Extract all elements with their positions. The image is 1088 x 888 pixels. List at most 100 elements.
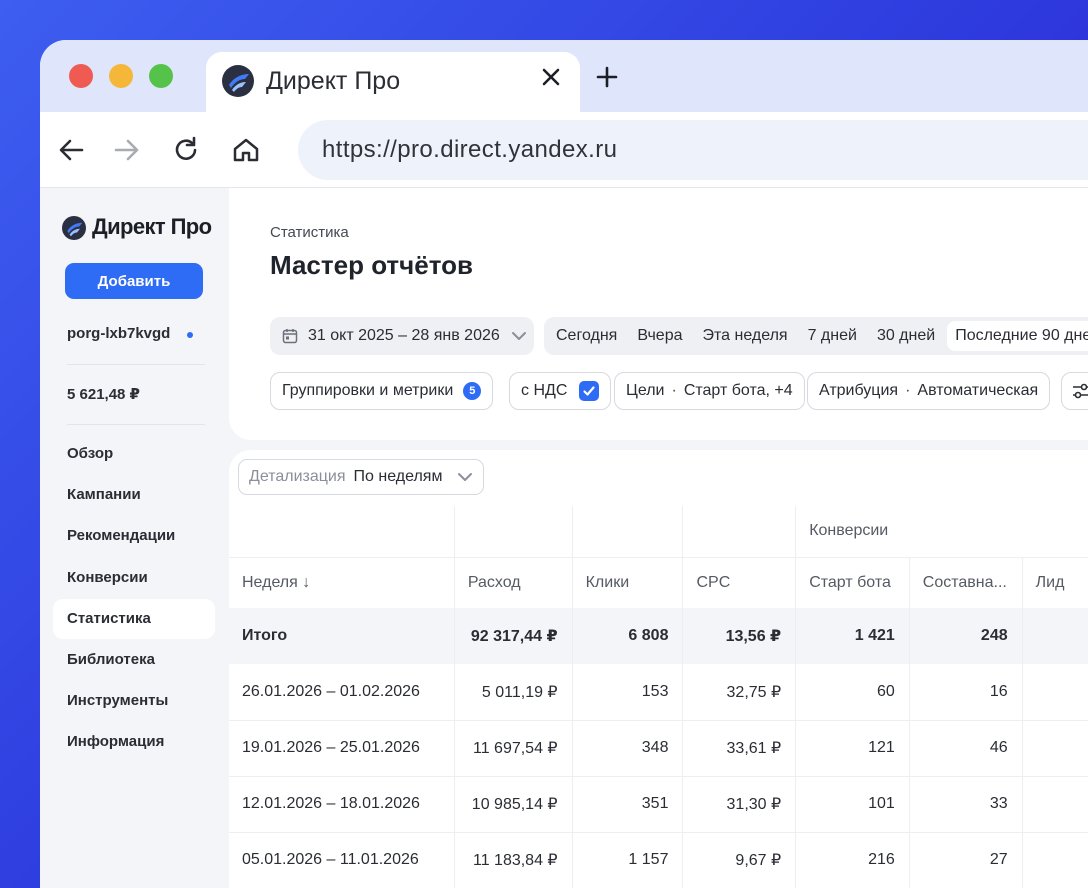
- direct-logo-icon: [62, 216, 86, 240]
- period-this-week[interactable]: Эта неделя: [695, 321, 796, 351]
- detalization-select[interactable]: Детализация По неделям: [238, 459, 484, 495]
- goals-filter[interactable]: Цели · Старт бота, +4: [614, 372, 805, 410]
- settings-sliders-button[interactable]: [1061, 372, 1088, 410]
- home-icon[interactable]: [228, 132, 264, 168]
- tab-strip: Директ Про: [40, 40, 1088, 114]
- sidebar-item-conversions[interactable]: Конверсии: [53, 558, 215, 598]
- vat-toggle[interactable]: с НДС: [509, 372, 612, 410]
- divider: [67, 364, 205, 365]
- column-header-cpc[interactable]: CPC: [682, 557, 797, 608]
- table-cell: [1022, 832, 1088, 888]
- groupings-label: Группировки и метрики: [282, 382, 454, 399]
- sidebar-item-campaigns[interactable]: Кампании: [53, 475, 215, 515]
- vat-label: с НДС: [521, 382, 568, 399]
- table-cell: 33,61 ₽: [682, 720, 797, 777]
- sidebar-item-tools[interactable]: Инструменты: [53, 681, 215, 721]
- table-cell: 31,30 ₽: [682, 776, 797, 833]
- sidebar-item-overview[interactable]: Обзор: [53, 434, 215, 474]
- period-today[interactable]: Сегодня: [548, 321, 625, 351]
- add-button[interactable]: Добавить: [65, 263, 203, 299]
- table-cell: 11 697,54 ₽: [454, 720, 573, 777]
- table-cell: 10 985,14 ₽: [454, 776, 573, 833]
- close-window-button[interactable]: [69, 64, 93, 88]
- sliders-icon: [1071, 381, 1088, 401]
- table-cell: 26.01.2026 – 01.02.2026: [229, 664, 455, 721]
- report-table: Конверсии Неделя ↓ Расход Клики CPC Стар…: [229, 506, 1088, 888]
- table-cell: 33: [909, 776, 1023, 833]
- browser-tab[interactable]: Директ Про: [206, 52, 580, 114]
- table-row[interactable]: 12.01.2026 – 18.01.2026 10 985,14 ₽ 351 …: [229, 776, 1088, 833]
- groupings-count-badge: 5: [463, 382, 482, 400]
- reload-icon[interactable]: [168, 132, 204, 168]
- forward-arrow-icon[interactable]: [108, 132, 144, 168]
- table-group-cell: [572, 506, 684, 558]
- table-cell: [1022, 776, 1088, 833]
- new-tab-icon[interactable]: [592, 62, 622, 92]
- table-cell: 101: [795, 776, 910, 833]
- period-yesterday[interactable]: Вчера: [629, 321, 690, 351]
- divider: [67, 424, 205, 425]
- table-row[interactable]: 19.01.2026 – 25.01.2026 11 697,54 ₽ 348 …: [229, 720, 1088, 777]
- attribution-value: Автоматическая: [917, 382, 1039, 399]
- conversions-group-header: Конверсии: [795, 506, 1088, 558]
- table-cell: 60: [795, 664, 910, 721]
- checkbox-checked-icon[interactable]: [579, 381, 600, 401]
- close-tab-icon[interactable]: [536, 62, 566, 92]
- attribution-label: Атрибуция: [819, 382, 899, 399]
- calendar-icon: [282, 328, 298, 344]
- period-7-days[interactable]: 7 дней: [800, 321, 865, 351]
- separator-dot: ·: [905, 382, 911, 399]
- column-header-lead[interactable]: Лид: [1022, 557, 1088, 608]
- table-cell: 19.01.2026 – 25.01.2026: [229, 720, 455, 777]
- breadcrumb[interactable]: Статистика: [270, 224, 349, 241]
- table-cell: [1022, 664, 1088, 721]
- table-cell: 32,75 ₽: [682, 664, 797, 721]
- period-selector: Сегодня Вчера Эта неделя 7 дней 30 дней …: [544, 317, 1088, 355]
- sidebar-item-info[interactable]: Информация: [53, 722, 215, 762]
- minimize-window-button[interactable]: [109, 64, 133, 88]
- chevron-down-icon: [456, 468, 474, 486]
- date-range-value: 31 окт 2025 – 28 янв 2026: [308, 327, 500, 344]
- sidebar-item-statistics[interactable]: Статистика: [53, 599, 215, 639]
- maximize-window-button[interactable]: [149, 64, 173, 88]
- address-bar[interactable]: https://pro.direct.yandex.ru: [298, 120, 1088, 180]
- date-range-picker[interactable]: 31 окт 2025 – 28 янв 2026: [270, 317, 534, 355]
- table-cell: 248: [909, 608, 1023, 664]
- account-login[interactable]: porg-lxb7kvgd: [67, 325, 170, 342]
- brand-name: Директ Про: [92, 214, 212, 239]
- tab-title: Директ Про: [266, 67, 401, 95]
- table-row[interactable]: 26.01.2026 – 01.02.2026 5 011,19 ₽ 153 3…: [229, 664, 1088, 721]
- table-cell: 12.01.2026 – 18.01.2026: [229, 776, 455, 833]
- column-header-bot-start[interactable]: Старт бота: [795, 557, 910, 608]
- account-balance: 5 621,48 ₽: [67, 386, 140, 403]
- column-header-week[interactable]: Неделя ↓: [229, 557, 455, 608]
- report-table-card: Детализация По неделям Конверсии Неделя …: [229, 450, 1088, 888]
- column-header-composite[interactable]: Составна...: [909, 557, 1023, 608]
- table-cell: 16: [909, 664, 1023, 721]
- table-cell: 153: [572, 664, 684, 721]
- navigation-bar: https://pro.direct.yandex.ru: [40, 112, 1088, 188]
- back-arrow-icon[interactable]: [54, 132, 90, 168]
- goals-label: Цели: [626, 382, 665, 399]
- column-header-clicks[interactable]: Клики: [572, 557, 684, 608]
- table-cell: 27: [909, 832, 1023, 888]
- table-cell: 1 157: [572, 832, 684, 888]
- period-30-days[interactable]: 30 дней: [869, 321, 943, 351]
- table-row[interactable]: 05.01.2026 – 11.01.2026 11 183,84 ₽ 1 15…: [229, 832, 1088, 888]
- table-cell: 5 011,19 ₽: [454, 664, 573, 721]
- table-cell: 1 421: [795, 608, 910, 664]
- attribution-filter[interactable]: Атрибуция · Автоматическая: [807, 372, 1051, 410]
- table-header-row: Неделя ↓ Расход Клики CPC Старт бота Сос…: [229, 557, 1088, 608]
- groupings-metrics-button[interactable]: Группировки и метрики 5: [270, 372, 494, 410]
- period-last-90-days[interactable]: Последние 90 дней: [947, 321, 1088, 351]
- table-group-cell: [229, 506, 455, 558]
- table-cell: [1022, 720, 1088, 777]
- chevron-down-icon: [510, 327, 528, 345]
- sidebar-item-library[interactable]: Библиотека: [53, 640, 215, 680]
- sidebar-item-recommendations[interactable]: Рекомендации: [53, 516, 215, 556]
- table-total-row: Итого 92 317,44 ₽ 6 808 13,56 ₽ 1 421 24…: [229, 608, 1088, 664]
- table-cell: 216: [795, 832, 910, 888]
- table-cell: 121: [795, 720, 910, 777]
- column-header-spend[interactable]: Расход: [454, 557, 573, 608]
- table-cell: 13,56 ₽: [682, 608, 797, 664]
